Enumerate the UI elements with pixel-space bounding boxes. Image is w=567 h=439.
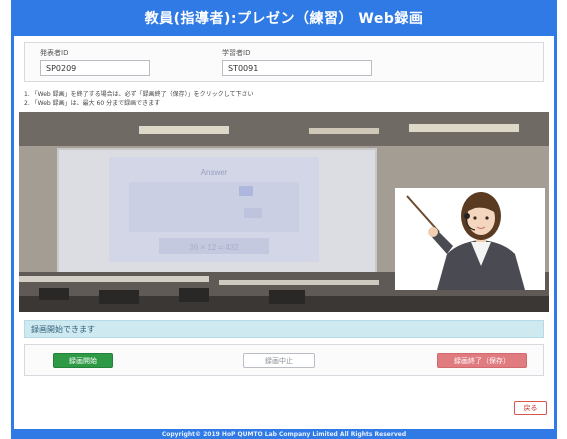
ceiling-light: [139, 126, 229, 134]
page-title: 教員(指導者):プレゼン（練習） Web録画: [14, 0, 554, 36]
slide-content: [129, 182, 299, 232]
chair: [269, 290, 305, 304]
presenter-id-group: 発表者ID: [40, 48, 150, 76]
ceiling-light: [409, 124, 519, 132]
app-frame: 教員(指導者):プレゼン（練習） Web録画 発表者ID 学習者ID 1. 「W…: [11, 0, 557, 439]
ceiling-light: [309, 128, 379, 134]
presenter-id-field[interactable]: [40, 60, 150, 76]
desk: [19, 276, 209, 282]
presenter-id-label: 発表者ID: [40, 49, 69, 57]
footer-copyright: Copyright© 2019 HoP QUMTO Lab Company Li…: [14, 429, 554, 439]
chair: [179, 288, 209, 302]
slide-equation: 36 × 12 = 432: [189, 243, 239, 252]
student-id-group: 学習者ID: [222, 48, 372, 76]
presenter-avatar: [395, 188, 545, 290]
stop-recording-button[interactable]: 録画中止: [243, 353, 315, 368]
instructions: 1. 「Web 録画」を終了する場合は、必ず「録画終了（保存）」をクリックして下…: [24, 90, 253, 108]
instruction-2: 2. 「Web 録画」は、最大 60 分まで録画できます: [24, 100, 161, 107]
status-message: 録画開始できます: [24, 320, 544, 338]
desk: [219, 280, 379, 285]
start-recording-button[interactable]: 録画開始: [53, 353, 113, 368]
video-preview: Answer 36 × 12 = 432: [19, 112, 549, 312]
instruction-1: 1. 「Web 録画」を終了する場合は、必ず「録画終了（保存）」をクリックして下…: [24, 91, 254, 98]
student-id-label: 学習者ID: [222, 49, 251, 57]
end-and-save-button[interactable]: 録画終了（保存）: [437, 353, 527, 368]
classroom-scene: Answer 36 × 12 = 432: [19, 112, 549, 312]
chair: [39, 288, 69, 300]
id-panel: 発表者ID 学習者ID: [24, 42, 544, 82]
slide-title: Answer: [201, 168, 228, 177]
control-panel: 録画開始 録画中止 録画終了（保存）: [24, 344, 544, 376]
chair: [99, 290, 139, 304]
student-id-field[interactable]: [222, 60, 372, 76]
back-button[interactable]: 戻る: [514, 401, 547, 415]
